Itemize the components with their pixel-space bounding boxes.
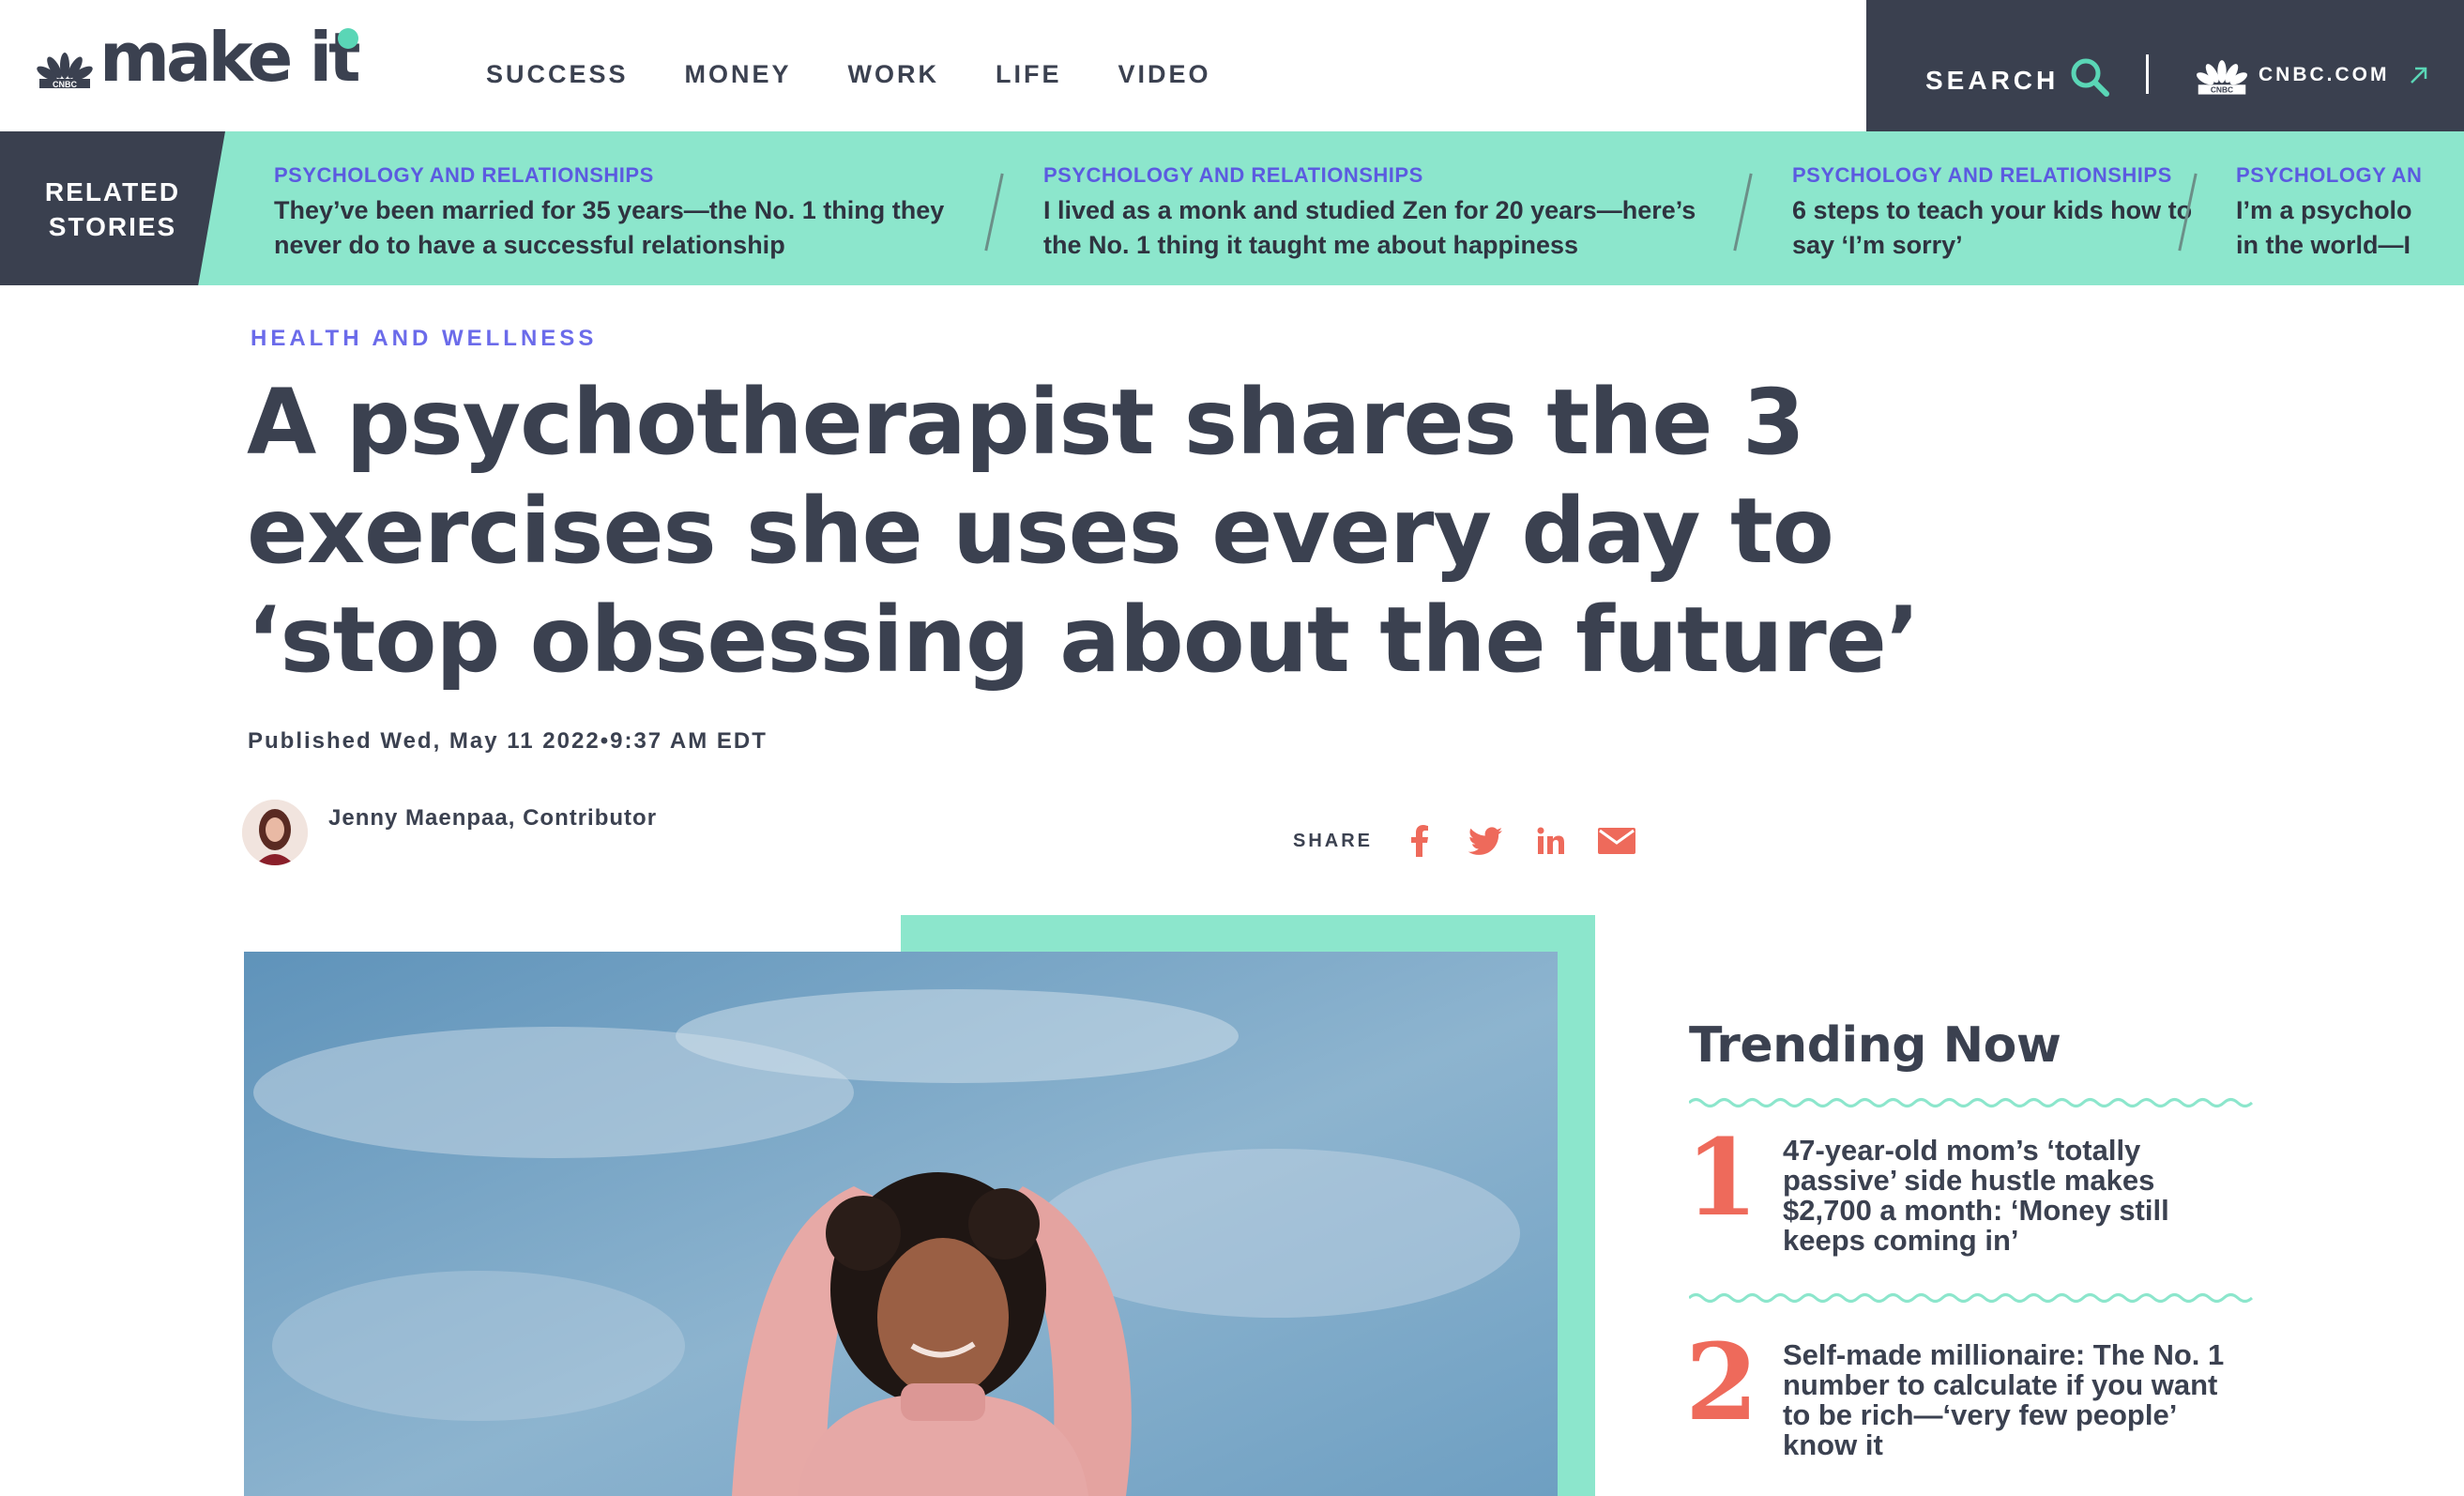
search-panel: SEARCH CNBC CNBC.COM (1866, 0, 2464, 131)
related-story-4[interactable]: PSYCHOLOGY AN I’m a psycholo in the worl… (2236, 163, 2461, 263)
svg-text:CNBC: CNBC (2211, 85, 2233, 95)
search-button[interactable]: SEARCH (1925, 66, 2059, 96)
cnbc-peacock-icon: CNBC (37, 53, 93, 88)
wave-divider (1689, 1293, 2254, 1303)
related-story-2[interactable]: PSYCHOLOGY AND RELATIONSHIPS I lived as … (1043, 163, 1700, 263)
author-name[interactable]: Jenny Maenpaa, Contributor (328, 805, 657, 832)
trending-item-2[interactable]: Self-made millionaire: The No. 1 number … (1783, 1340, 2233, 1460)
article-headline: A psychotherapist shares the 3 exercises… (247, 370, 1920, 693)
hero-photo (244, 952, 1558, 1496)
cnbc-com-link[interactable]: CNBC CNBC.COM (2195, 54, 2429, 96)
trending-rank-1: 1 (1685, 1117, 1758, 1240)
wave-divider (1689, 1098, 2254, 1107)
header-divider (2146, 54, 2149, 94)
section-label[interactable]: HEALTH AND WELLNESS (251, 326, 597, 352)
main-nav: SUCCESS MONEY WORK LIFE VIDEO (486, 60, 1211, 89)
story-separator (1733, 173, 1753, 252)
search-icon[interactable] (2069, 56, 2110, 98)
related-stories-text: RELATED STORIES (44, 177, 181, 241)
story-title: 6 steps to teach your kids how to say ‘I… (1792, 196, 2193, 259)
share-bar: SHARE (1293, 820, 1662, 862)
facebook-icon[interactable] (1399, 820, 1440, 862)
linkedin-icon[interactable] (1530, 820, 1572, 862)
nav-life[interactable]: LIFE (996, 60, 1062, 89)
story-title: They’ve been married for 35 years—the No… (274, 196, 945, 259)
related-stories-label: RELATED STORIES (0, 131, 225, 285)
twitter-icon[interactable] (1465, 820, 1506, 862)
cnbc-peacock-icon: CNBC (2197, 60, 2247, 95)
related-story-3[interactable]: PSYCHOLOGY AND RELATIONSHIPS 6 steps to … (1792, 163, 2205, 263)
trending-item-1[interactable]: 47-year-old mom’s ‘totally passive’ side… (1783, 1136, 2233, 1256)
logo-dot (338, 28, 358, 49)
hero-image (244, 952, 1558, 1496)
nav-success[interactable]: SUCCESS (486, 60, 629, 89)
trending-rank-2: 2 (1685, 1321, 1758, 1444)
nav-work[interactable]: WORK (848, 60, 939, 89)
story-title: I’m a psycholo in the world—I (2236, 196, 2412, 259)
external-arrow-icon (2410, 67, 2426, 84)
svg-text:CNBC: CNBC (53, 80, 77, 88)
story-category: PSYCHOLOGY AND RELATIONSHIPS (1043, 163, 1423, 187)
logo-text: make it (99, 18, 361, 97)
related-story-1[interactable]: PSYCHOLOGY AND RELATIONSHIPS They’ve bee… (274, 163, 959, 263)
related-stories-bar: RELATED STORIES PSYCHOLOGY AND RELATIONS… (0, 131, 2464, 285)
share-label: SHARE (1293, 830, 1374, 851)
story-category: PSYCHOLOGY AND RELATIONSHIPS (1792, 163, 2172, 187)
story-category: PSYCHOLOGY AN (2236, 163, 2423, 187)
nav-video[interactable]: VIDEO (1118, 60, 1211, 89)
author-photo (242, 800, 308, 865)
cnbc-com-label: CNBC.COM (2259, 64, 2390, 85)
published-date: Published Wed, May 11 2022•9:37 AM EDT (248, 728, 768, 754)
trending-title: Trending Now (1689, 1017, 2061, 1074)
story-category: PSYCHOLOGY AND RELATIONSHIPS (274, 163, 654, 187)
email-icon[interactable] (1596, 820, 1637, 862)
nav-money[interactable]: MONEY (685, 60, 792, 89)
top-header: CNBC make it SUCCESS MONEY WORK LIFE VID… (0, 0, 2464, 131)
author-avatar[interactable] (242, 800, 308, 865)
story-separator (984, 173, 1004, 252)
story-title: I lived as a monk and studied Zen for 20… (1043, 196, 1696, 259)
